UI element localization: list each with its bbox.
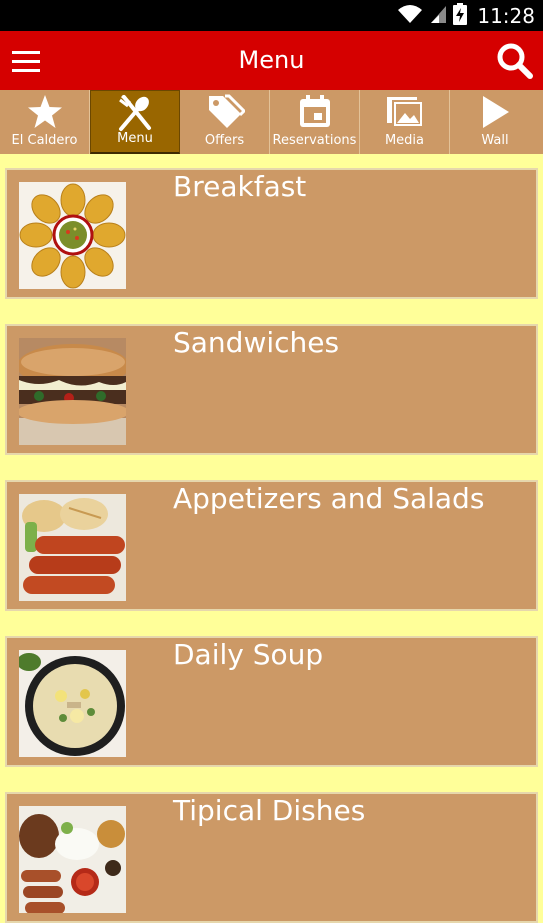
- tab-reservations[interactable]: Reservations: [270, 90, 360, 154]
- signal-icon: [429, 4, 447, 28]
- tab-offers[interactable]: Offers: [180, 90, 270, 154]
- star-icon: [25, 92, 65, 132]
- bandeja-paisa-photo: [19, 806, 126, 913]
- tab-bar: El Caldero Menu Offers Reservations Medi…: [0, 90, 543, 154]
- menu-item-title: Breakfast: [173, 170, 307, 203]
- calendar-icon: [295, 92, 335, 132]
- wifi-icon: [397, 4, 423, 28]
- list-item[interactable]: Tipical Dishes: [5, 792, 538, 923]
- hamburger-icon[interactable]: [8, 45, 44, 77]
- fork-spoon-icon: [115, 93, 155, 133]
- tab-label: Reservations: [272, 133, 357, 148]
- tab-label: El Caldero: [11, 133, 78, 148]
- tab-label: Media: [384, 133, 425, 148]
- tab-menu[interactable]: Menu: [90, 90, 180, 154]
- tab-label: Menu: [117, 131, 153, 146]
- tab-label: Wall: [481, 133, 509, 148]
- app-bar: Menu: [0, 31, 543, 90]
- tab-media[interactable]: Media: [360, 90, 450, 154]
- chorizo-arepa-photo: [19, 494, 126, 601]
- list-item[interactable]: Daily Soup: [5, 636, 538, 767]
- list-item[interactable]: Appetizers and Salads: [5, 480, 538, 611]
- soup-bowl-photo: [19, 650, 126, 757]
- tab-wall[interactable]: Wall: [450, 90, 540, 154]
- list-item[interactable]: Sandwiches: [5, 324, 538, 455]
- battery-charging-icon: [453, 3, 468, 29]
- page-title: Menu: [238, 46, 305, 74]
- images-icon: [385, 92, 425, 132]
- status-icons: 11:28: [397, 3, 535, 29]
- status-time: 11:28: [477, 4, 535, 28]
- play-icon: [475, 92, 515, 132]
- steak-sandwich-photo: [19, 338, 126, 445]
- menu-item-title: Sandwiches: [173, 326, 340, 359]
- search-icon[interactable]: [495, 41, 535, 81]
- menu-item-title: Appetizers and Salads: [173, 482, 485, 515]
- tags-icon: [205, 92, 245, 132]
- list-item[interactable]: Breakfast: [5, 168, 538, 299]
- empanadas-photo: [19, 182, 126, 289]
- tab-el-caldero[interactable]: El Caldero: [0, 90, 90, 154]
- menu-item-title: Tipical Dishes: [173, 794, 366, 827]
- tab-label: Offers: [204, 133, 245, 148]
- status-bar: 11:28: [0, 0, 543, 31]
- menu-item-title: Daily Soup: [173, 638, 324, 671]
